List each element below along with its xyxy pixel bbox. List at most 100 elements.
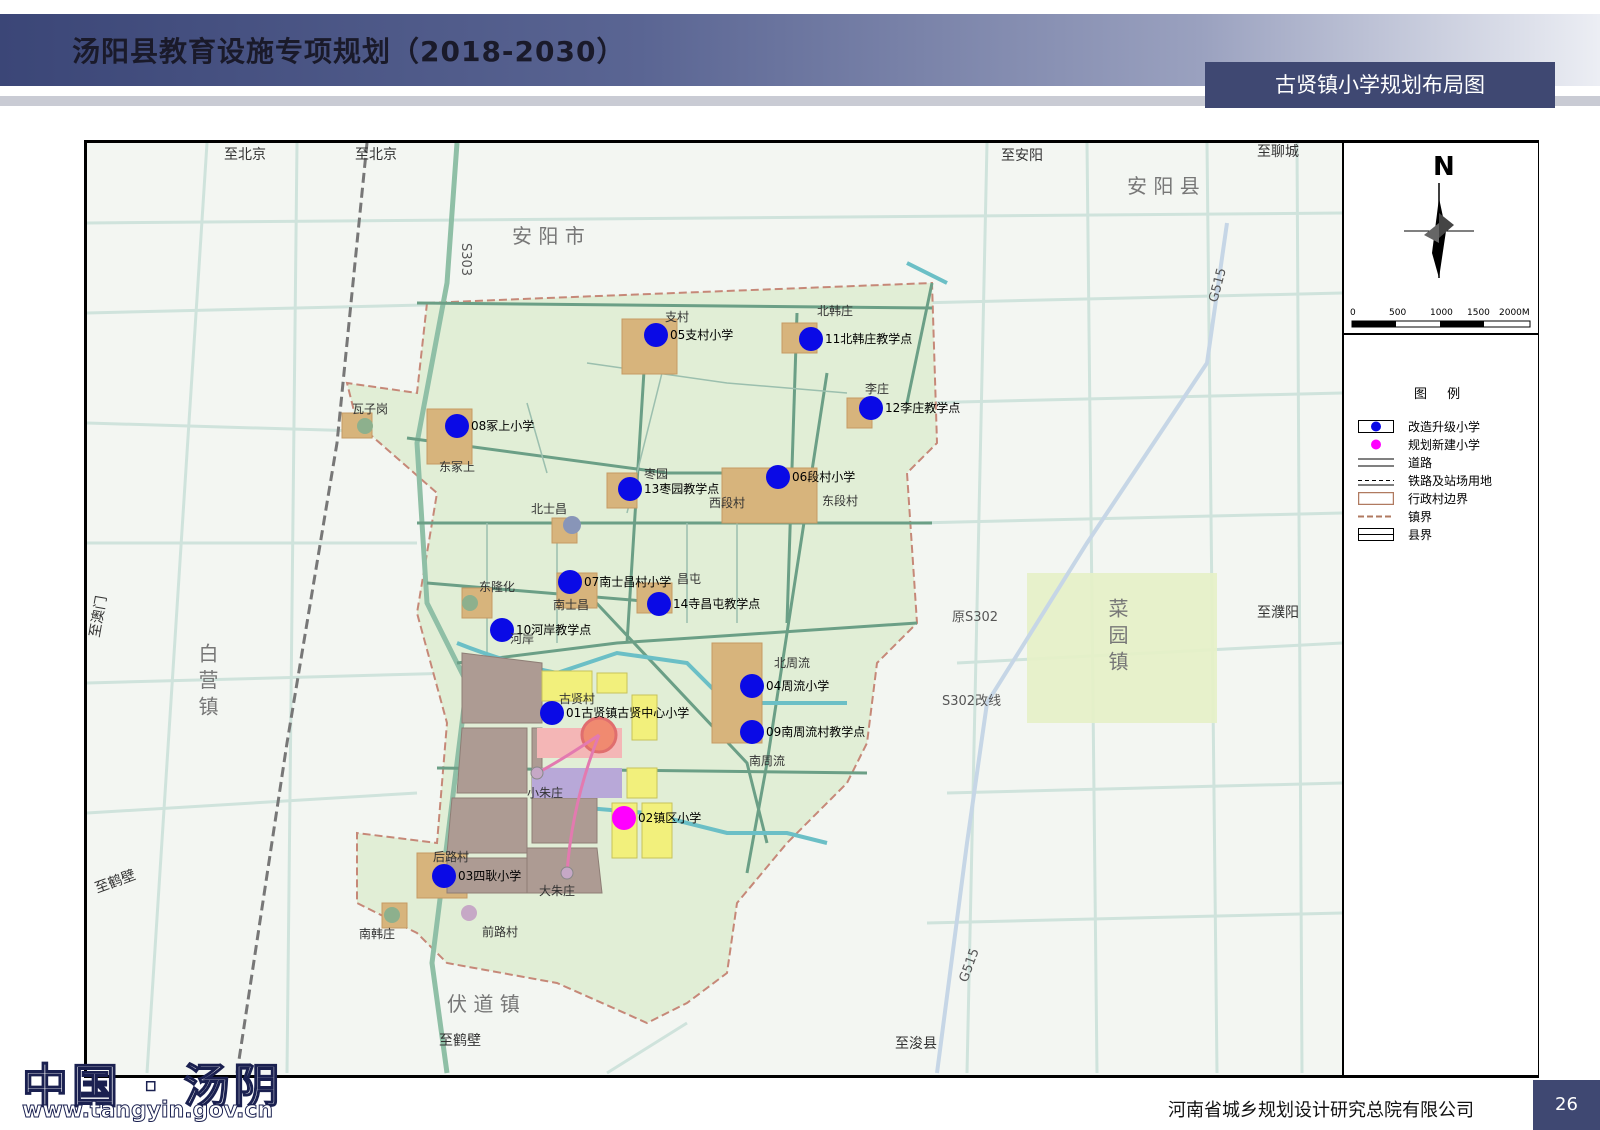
- map-frame: 01古贤镇古贤中心小学 02镇区小学 03四耿小学 04周流小学 05支村小学 …: [84, 140, 1539, 1078]
- legend-upgrade-school: 改造升级小学: [1358, 418, 1480, 434]
- place-lizhuang: 李庄: [865, 381, 889, 396]
- scale-tick-2: 1000: [1430, 308, 1453, 318]
- blue-dot-icon: [1358, 419, 1394, 433]
- town-boundary-icon: [1358, 510, 1394, 523]
- region-anyang-xian: 安 阳 县: [1127, 174, 1200, 198]
- school-09-label: 09南周流村教学点: [766, 724, 865, 739]
- magenta-dot-icon: [1358, 437, 1394, 451]
- road-line-icon: [1358, 456, 1394, 469]
- place-dongzhongshang: 东冢上: [439, 460, 475, 474]
- school-12-label: 12李庄教学点: [885, 400, 960, 415]
- place-zhicun: 支村: [665, 310, 689, 324]
- school-03-marker: [432, 864, 456, 888]
- scale-tick-3: 1500: [1467, 308, 1490, 318]
- road-s302: 原S302: [952, 610, 998, 625]
- place-xiduancun: 西段村: [709, 495, 745, 510]
- direction-liaocheng: 至聊城: [1257, 144, 1299, 160]
- school-12-marker: [859, 396, 883, 420]
- place-dongduancun: 东段村: [822, 493, 858, 508]
- railway-line: [235, 143, 369, 1074]
- legend-title: 图 例: [1414, 387, 1469, 402]
- school-02-marker: [612, 806, 636, 830]
- railway-line-icon: [1358, 474, 1394, 487]
- school-14-marker: [647, 592, 671, 616]
- town-center-marker: [580, 716, 618, 754]
- place-guxiancun: 古贤村: [559, 691, 595, 706]
- school-05-marker: [644, 323, 668, 347]
- road-g515: G515: [1206, 266, 1230, 304]
- place-donglonghua: 东隆化: [479, 579, 515, 594]
- direction-beijing-1: 至北京: [224, 147, 266, 163]
- scale-tick-4: 2000M: [1499, 308, 1530, 318]
- watermark-url: www.tangyin.gov.cn: [21, 1098, 274, 1124]
- region-fudao-zhen: 伏 道 镇: [447, 992, 520, 1016]
- place-zaoyuan: 枣园: [644, 467, 668, 481]
- sheet-title: 古贤镇小学规划布局图: [1205, 62, 1555, 108]
- region-anyang-shi: 安 阳 市: [512, 224, 585, 248]
- direction-hebi-1: 至鹤壁: [439, 1033, 481, 1049]
- school-05-label: 05支村小学: [670, 327, 733, 342]
- direction-puyang: 至濮阳: [1257, 605, 1299, 621]
- school-01-label: 01古贤镇古贤中心小学: [566, 705, 689, 720]
- map-canvas: 01古贤镇古贤中心小学 02镇区小学 03四耿小学 04周流小学 05支村小学 …: [87, 143, 1342, 1075]
- school-07-label: 07南士昌村小学: [584, 574, 671, 589]
- school-06-label: 06段村小学: [792, 469, 855, 484]
- region-caiyuan-zhen: 菜 园 镇: [1105, 598, 1129, 671]
- place-dazhuzhuang: 大朱庄: [539, 883, 575, 898]
- school-03-label: 03四耿小学: [458, 868, 521, 883]
- direction-anyang: 至安阳: [1001, 148, 1043, 164]
- footer-organization: 河南省城乡规划设计研究总院有限公司: [1168, 1100, 1474, 1121]
- school-09-marker: [740, 720, 764, 744]
- legend-panel: N 0 500 1000 1500 2000M 图 例 改造升级小学 规划新建小…: [1342, 143, 1538, 1075]
- region-baiying-zhen: 白 营 镇: [195, 643, 219, 716]
- school-02-label: 02镇区小学: [638, 810, 701, 825]
- school-04-label: 04周流小学: [766, 678, 829, 693]
- place-qianlucun: 前路村: [482, 924, 518, 939]
- scale-tick-1: 500: [1389, 308, 1406, 318]
- road-s302new: S302改线: [942, 694, 1001, 709]
- road-g515-south: G515: [957, 946, 983, 984]
- legend-road: 道路: [1358, 454, 1432, 470]
- compass-box: N 0 500 1000 1500 2000M: [1344, 143, 1538, 335]
- place-nanhanzhuang: 南韩庄: [359, 926, 395, 941]
- page-number: 26: [1533, 1080, 1600, 1130]
- place-beizhouliu: 北周流: [774, 656, 810, 670]
- school-11-marker: [799, 327, 823, 351]
- place-beishichang: 北士昌: [531, 502, 567, 516]
- school-04-marker: [740, 674, 764, 698]
- place-houlucun: 后路村: [433, 849, 469, 864]
- school-08-label: 08冢上小学: [471, 418, 534, 433]
- legend-village-boundary: 行政村边界: [1357, 490, 1468, 506]
- legend-railway: 铁路及站场用地: [1358, 472, 1492, 488]
- place-hean: 河岸: [510, 632, 534, 646]
- road-s303: S303: [458, 243, 473, 276]
- school-08-marker: [445, 414, 469, 438]
- legend-new-school: 规划新建小学: [1358, 436, 1480, 452]
- place-nanzhouliu: 南周流: [749, 753, 785, 768]
- school-11-label: 11北韩庄教学点: [825, 331, 912, 346]
- map-area[interactable]: 01古贤镇古贤中心小学 02镇区小学 03四耿小学 04周流小学 05支村小学 …: [87, 143, 1342, 1075]
- place-beihanzhuang: 北韩庄: [817, 303, 853, 318]
- school-14-label: 14寺昌屯教学点: [673, 596, 760, 611]
- direction-beijing-2: 至北京: [355, 147, 397, 163]
- scale-tick-0: 0: [1350, 308, 1356, 318]
- direction-aomen: 至澳门: [87, 595, 110, 639]
- place-xiaozhuzhuang: 小朱庄: [527, 785, 563, 800]
- school-06-marker: [766, 465, 790, 489]
- other-facility-marker: [357, 418, 373, 434]
- school-13-label: 13枣园教学点: [644, 481, 719, 496]
- village-boundary-icon: [1357, 491, 1395, 505]
- place-changtun: 昌屯: [677, 572, 701, 586]
- legend-county-boundary: 县界: [1358, 526, 1432, 542]
- document-title: 汤阳县教育设施专项规划（2018-2030）: [72, 35, 626, 68]
- direction-junxian: 至浚县: [895, 1036, 937, 1052]
- county-boundary-icon: [1358, 527, 1394, 541]
- direction-hebi-2: 至鹤壁: [93, 867, 138, 896]
- north-label: N: [1433, 152, 1455, 182]
- compass-graphic: N 0 500 1000 1500 2000M: [1350, 152, 1531, 328]
- place-waziang: 瓦子岗: [352, 402, 388, 416]
- school-07-marker: [558, 570, 582, 594]
- school-13-marker: [618, 477, 642, 501]
- legend-town-boundary: 镇界: [1358, 508, 1432, 524]
- place-nanshichang: 南士昌: [553, 597, 589, 612]
